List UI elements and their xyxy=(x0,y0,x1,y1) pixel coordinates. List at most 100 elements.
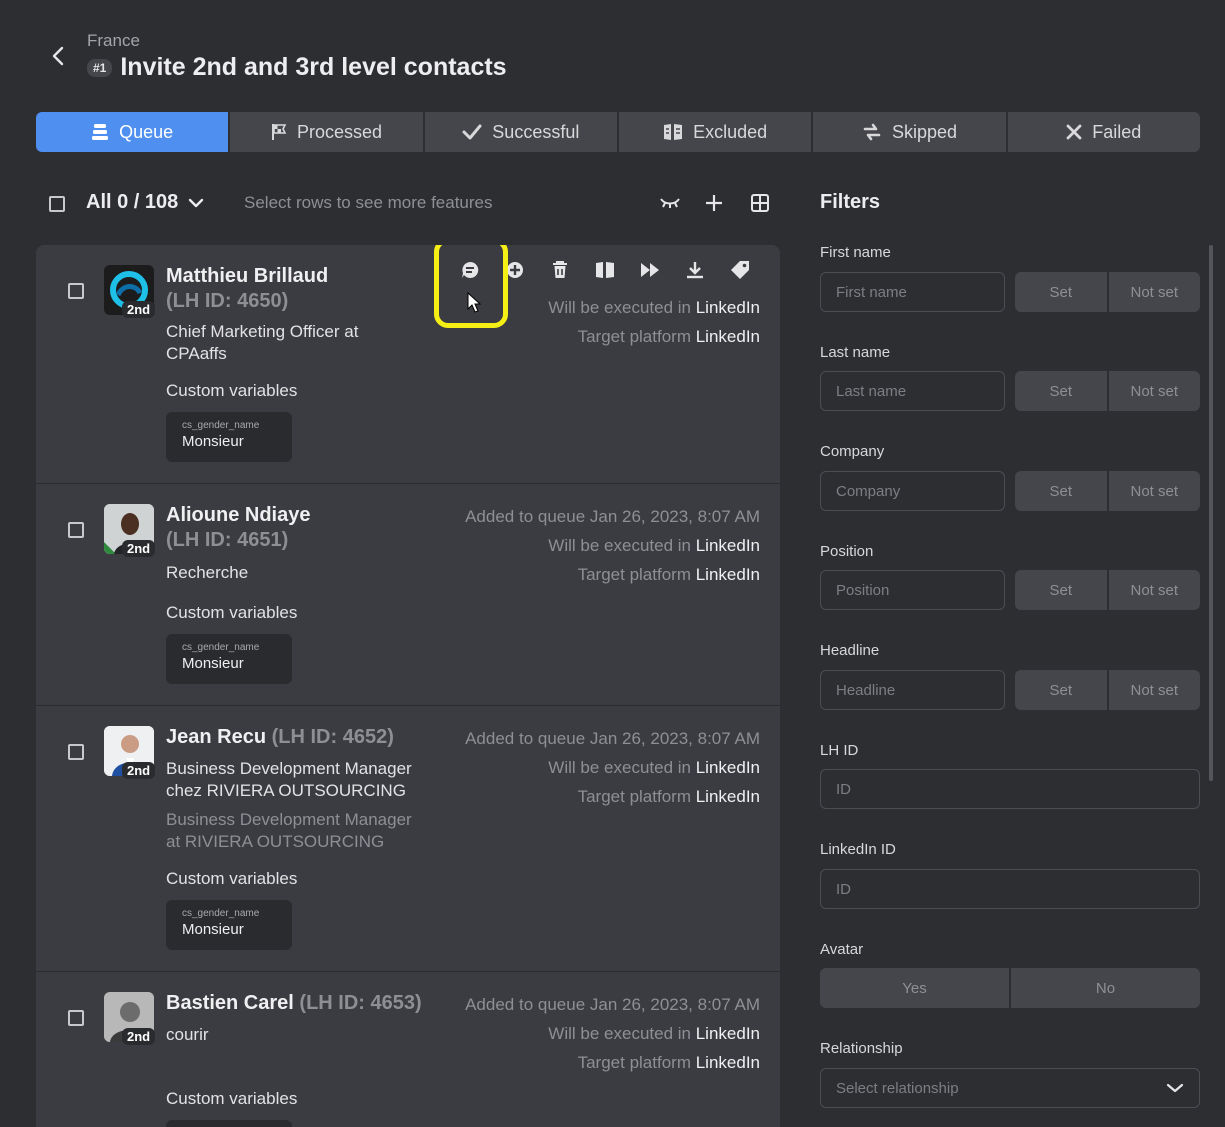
custom-variables-label: Custom variables xyxy=(166,869,298,888)
add-circle-icon xyxy=(507,262,523,278)
tab-label: Skipped xyxy=(891,121,957,142)
row-checkbox[interactable] xyxy=(68,744,84,760)
avatar-no-button[interactable]: No xyxy=(1011,968,1200,1008)
tab-failed[interactable]: Failed xyxy=(1007,112,1200,152)
skip-button[interactable] xyxy=(637,257,663,283)
custom-variable-chip[interactable]: cs_gender_name Monsieur xyxy=(166,634,292,684)
back-button[interactable] xyxy=(46,42,70,70)
linkedin-id-input[interactable] xyxy=(820,869,1200,909)
added-to-queue: Added to queue Jan 26, 2023, 8:07 AM xyxy=(465,729,760,748)
not-set-button[interactable]: Not set xyxy=(1108,670,1200,710)
add-button[interactable] xyxy=(702,191,726,215)
headline-input[interactable] xyxy=(820,670,1005,710)
tab-skipped[interactable]: Skipped xyxy=(813,112,1006,152)
tab-successful[interactable]: Successful xyxy=(424,112,617,152)
contact-name[interactable]: Bastien Carel xyxy=(166,992,294,1014)
relationship-select[interactable]: Select relationship xyxy=(820,1068,1200,1108)
headline-line: CPAaffs xyxy=(166,344,227,363)
contact-name[interactable]: Jean Recu xyxy=(166,726,266,748)
hide-toggle-button[interactable] xyxy=(658,191,682,215)
exec-prefix: Will be executed in xyxy=(548,1024,691,1043)
selection-count: All 0 / 108 xyxy=(86,191,179,213)
chevron-left-icon xyxy=(52,46,64,66)
tab-excluded[interactable]: Excluded xyxy=(618,112,812,152)
added-to-queue: Added to queue Jan 26, 2023, 8:07 AM xyxy=(465,507,760,526)
exec-platform[interactable]: LinkedIn xyxy=(696,298,760,317)
target-platform[interactable]: LinkedIn xyxy=(696,327,760,346)
custom-variable-chip[interactable] xyxy=(166,1120,292,1127)
lh-id-label: LH ID xyxy=(820,742,859,759)
fast-forward-icon xyxy=(641,263,659,277)
execution-info: Will be executed in LinkedIn Target plat… xyxy=(548,293,760,351)
cursor-icon xyxy=(467,292,481,313)
tab-processed[interactable]: Processed xyxy=(230,112,423,152)
lh-id: (LH ID: 4653) xyxy=(299,992,422,1014)
target-prefix: Target platform xyxy=(577,565,691,584)
not-set-button[interactable]: Not set xyxy=(1108,471,1200,511)
last-name-input[interactable] xyxy=(820,371,1005,411)
custom-variables-label: Custom variables xyxy=(166,381,298,400)
headline-label: Headline xyxy=(820,642,880,659)
contact-name[interactable]: Alioune Ndiaye xyxy=(166,504,310,527)
breadcrumb[interactable]: France xyxy=(87,31,140,51)
excluded-icon xyxy=(664,124,683,140)
select-all-checkbox[interactable] xyxy=(49,196,65,212)
not-set-button[interactable]: Not set xyxy=(1108,272,1200,312)
degree-badge: 2nd xyxy=(122,1028,156,1045)
eye-closed-icon xyxy=(660,198,680,208)
plus-icon xyxy=(706,195,722,211)
position-input[interactable] xyxy=(820,570,1005,610)
tab-label: Processed xyxy=(296,121,383,142)
tag-button[interactable] xyxy=(727,257,753,283)
position-set-toggle: Set Not set xyxy=(1015,570,1200,610)
lh-id-input[interactable] xyxy=(820,769,1200,809)
target-platform[interactable]: LinkedIn xyxy=(696,787,760,806)
company-input[interactable] xyxy=(820,471,1005,511)
exec-platform[interactable]: LinkedIn xyxy=(696,758,760,777)
position-label: Position xyxy=(820,543,874,560)
tab-queue[interactable]: Queue xyxy=(36,112,229,152)
exec-platform[interactable]: LinkedIn xyxy=(696,1024,760,1043)
target-platform[interactable]: LinkedIn xyxy=(696,1053,760,1072)
exclude-button[interactable] xyxy=(592,257,618,283)
execution-info: Added to queue Jan 26, 2023, 8:07 AM Wil… xyxy=(465,502,760,589)
set-button[interactable]: Set xyxy=(1015,670,1107,710)
custom-variable-key: cs_gender_name xyxy=(182,908,260,919)
custom-variable-chip[interactable]: cs_gender_name Monsieur xyxy=(166,412,292,462)
delete-button[interactable] xyxy=(547,257,573,283)
lh-id: (LH ID: 4652) xyxy=(271,726,394,748)
set-button[interactable]: Set xyxy=(1015,272,1107,312)
exec-platform[interactable]: LinkedIn xyxy=(696,536,760,555)
avatar-yes-button[interactable]: Yes xyxy=(820,968,1009,1008)
download-button[interactable] xyxy=(682,257,708,283)
add-to-campaign-button[interactable] xyxy=(502,257,528,283)
flag-icon xyxy=(271,124,287,140)
set-button[interactable]: Set xyxy=(1015,471,1107,511)
message-button[interactable] xyxy=(457,257,483,283)
not-set-button[interactable]: Not set xyxy=(1108,371,1200,411)
set-button[interactable]: Set xyxy=(1015,570,1107,610)
custom-variable-chip[interactable]: cs_gender_name Monsieur xyxy=(166,900,292,950)
target-platform[interactable]: LinkedIn xyxy=(696,565,760,584)
filters-scrollbar[interactable] xyxy=(1209,245,1213,781)
contact-name[interactable]: Matthieu Brillaud xyxy=(166,265,328,288)
selection-hint: Select rows to see more features xyxy=(244,193,493,212)
row-checkbox[interactable] xyxy=(68,522,84,538)
relationship-placeholder: Select relationship xyxy=(836,1079,959,1097)
set-button[interactable]: Set xyxy=(1015,371,1107,411)
linkedin-id-label: LinkedIn ID xyxy=(820,841,896,858)
list-item: 2nd Alioune Ndiaye (LH ID: 4651) Recherc… xyxy=(36,484,780,706)
lh-id: (LH ID: 4651) xyxy=(166,529,289,551)
row-checkbox[interactable] xyxy=(68,1010,84,1026)
filters-title: Filters xyxy=(820,191,881,213)
headline-line: courir xyxy=(166,1025,209,1044)
row-checkbox[interactable] xyxy=(68,283,84,299)
headline-line: Chief Marketing Officer at xyxy=(166,322,359,341)
columns-button[interactable] xyxy=(748,191,772,215)
not-set-button[interactable]: Not set xyxy=(1108,570,1200,610)
tab-label: Failed xyxy=(1092,121,1142,142)
headline-line: Business Development Manager xyxy=(166,759,412,778)
first-name-input[interactable] xyxy=(820,272,1005,312)
custom-variables-label: Custom variables xyxy=(166,603,298,622)
selection-dropdown[interactable]: All 0 / 108 xyxy=(86,191,204,214)
